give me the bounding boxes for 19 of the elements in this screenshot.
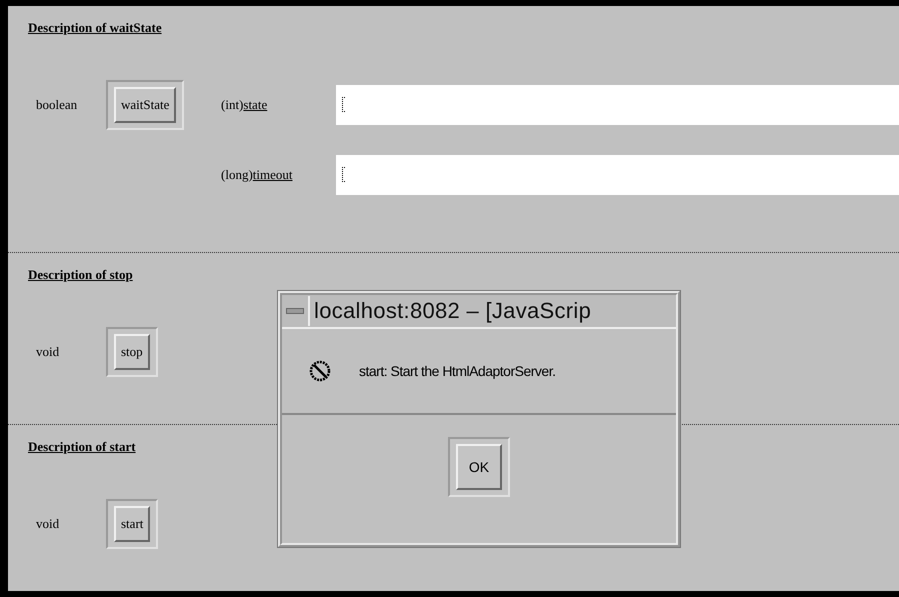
return-type: void: [35, 344, 60, 360]
text-cursor-icon: [342, 97, 345, 112]
section-heading: Description of start: [28, 439, 136, 455]
prohibited-icon: [309, 360, 331, 382]
input-field[interactable]: [336, 155, 899, 195]
text-cursor-icon: [342, 167, 345, 182]
return-type: boolean: [35, 97, 78, 113]
parameter-label: (long)timeout: [221, 167, 294, 183]
method-button[interactable]: stop: [114, 334, 150, 370]
window-title: localhost:8082 – [JavaScrip: [313, 298, 592, 324]
method-button[interactable]: start: [114, 506, 150, 542]
return-type: void: [35, 516, 60, 532]
parameter-label: (int)state: [221, 97, 268, 113]
section-heading: Description of stop: [28, 267, 133, 283]
method-button[interactable]: waitState: [114, 87, 176, 123]
ok-button[interactable]: OK: [456, 444, 502, 490]
section-heading: Description of waitState: [28, 20, 162, 36]
input-field[interactable]: [336, 85, 899, 125]
dialog-message: start: Start the HtmlAdaptorServer.: [359, 363, 556, 379]
